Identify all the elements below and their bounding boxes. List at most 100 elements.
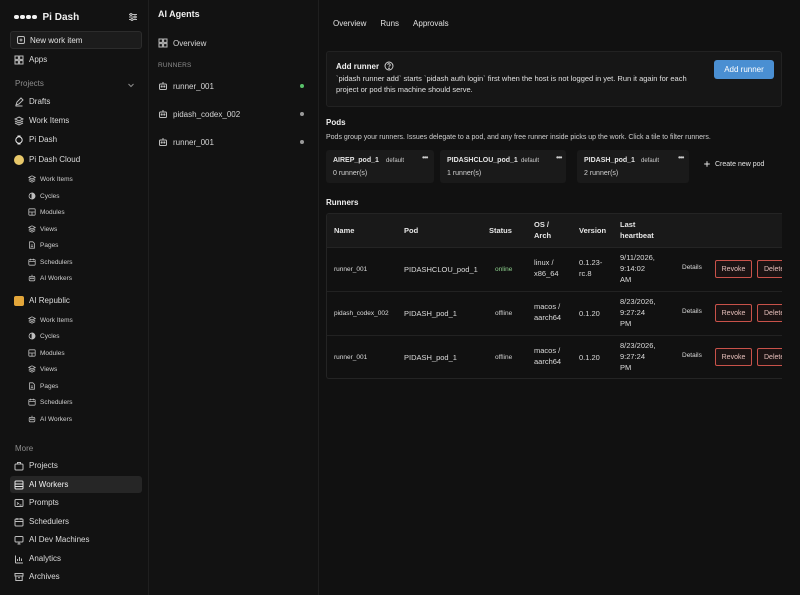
robot-icon [158,137,168,147]
project-2-schedulers[interactable]: Schedulers [28,395,140,409]
nav-projects[interactable]: Projects [10,457,142,474]
pod-tile[interactable]: PIDASH_pod_1 default ••• 2 runner(s) [577,150,689,183]
pod-name: PIDASHCLOU_pod_1 [447,157,518,164]
tab-overview[interactable]: Overview [333,19,366,28]
pod-default-badge: default [641,158,660,164]
delete-button[interactable]: Delete [757,260,782,278]
heartbeat-date: 9/11/2026, [620,253,655,262]
nav-schedulers[interactable]: Schedulers [10,513,142,530]
status-badge: offline [495,354,513,361]
pointing-hand-emoji-icon [14,295,24,306]
more-options-icon[interactable]: ••• [556,153,562,162]
create-new-pod-button[interactable]: Create new pod [703,160,764,168]
project-1-ai-workers[interactable]: AI Workers [28,271,140,285]
layers-icon [14,115,24,126]
nav-label: Projects [29,461,58,470]
pod-runner-count: 0 runner(s) [333,170,368,177]
project-2-views[interactable]: Views [28,362,140,376]
project-1-schedulers[interactable]: Schedulers [28,255,140,269]
runners-heading: RUNNERS [158,62,192,69]
runner-name: pidash_codex_002 [334,310,389,317]
nav-work-items[interactable]: Work Items [10,112,142,129]
more-options-icon[interactable]: ••• [422,153,428,162]
details-button[interactable]: Details [682,264,702,271]
more-options-icon[interactable]: ••• [678,153,684,162]
runner-list-item[interactable]: pidash_codex_002 [158,108,308,120]
add-runner-description: `pidash runner add` starts `pidash auth … [336,74,687,94]
projects-section-label: Projects [15,79,44,88]
sub-label: Pages [40,241,59,249]
add-runner-button[interactable]: Add runner [714,60,774,79]
runner-os: linux / [534,258,554,267]
watch-icon [14,135,24,145]
chevron-down-icon[interactable] [126,80,136,90]
pod-name: AIREP_pod_1 [333,157,379,164]
cycle-icon [28,192,36,200]
offline-status-dot [300,112,304,116]
sub-label: Schedulers [40,258,73,266]
project-1-pages[interactable]: Pages [28,238,140,252]
nav-ai-dev-machines[interactable]: AI Dev Machines [10,531,142,548]
details-button[interactable]: Details [682,308,702,315]
sliders-icon[interactable] [128,12,138,22]
runner-version: 0.1.20 [579,309,600,318]
new-work-item-button[interactable]: New work item [10,31,142,49]
nav-drafts[interactable]: Drafts [10,93,142,110]
nav-archives[interactable]: Archives [10,568,142,585]
online-status-dot [300,84,304,88]
sub-label: Work Items [40,175,73,183]
table-header: Name Pod Status OS / Arch Version Last h… [327,214,782,248]
tab-approvals[interactable]: Approvals [413,19,449,28]
delete-button[interactable]: Delete [757,304,782,322]
create-new-pod-label: Create new pod [715,160,765,168]
runner-arch: x86_64 [534,269,559,278]
workspace-header[interactable]: Pi Dash [14,10,138,24]
revoke-button[interactable]: Revoke [715,348,752,366]
project-2-modules[interactable]: Modules [28,346,140,360]
project-1-work-items[interactable]: Work Items [28,172,140,186]
runner-name: runner_001 [334,266,368,273]
nav-pi-dash[interactable]: Pi Dash [10,131,142,148]
runner-arch: aarch64 [534,357,562,366]
project-ai-republic[interactable]: AI Republic [10,292,142,309]
pencil-icon [14,96,24,107]
calendar-icon [28,258,36,266]
runner-list-item[interactable]: runner_001 [158,136,308,148]
revoke-button[interactable]: Revoke [715,260,752,278]
page-icon [28,241,36,249]
project-2-ai-workers[interactable]: AI Workers [28,412,140,426]
details-button[interactable]: Details [682,352,702,359]
overview-link[interactable]: Overview [158,38,206,48]
project-2-work-items[interactable]: Work Items [28,313,140,327]
nav-analytics[interactable]: Analytics [10,550,142,567]
project-pi-dash-cloud[interactable]: Pi Dash Cloud [10,151,142,168]
nav-label: AI Workers [29,480,69,489]
nav-prompts[interactable]: Prompts [10,494,142,511]
pod-default-badge: default [386,158,405,164]
pod-tile[interactable]: AIREP_pod_1 default ••• 0 runner(s) [326,150,434,183]
project-2-cycles[interactable]: Cycles [28,329,140,343]
new-work-item-label: New work item [30,35,83,45]
project-2-pages[interactable]: Pages [28,379,140,393]
col-os: OS / [534,220,550,229]
heartbeat-time: 9:27:24 [620,308,646,317]
pod-tile[interactable]: PIDASHCLOU_pod_1 default ••• 1 runner(s) [440,150,566,183]
runner-list-item[interactable]: runner_001 [158,80,308,92]
heartbeat-date: 8/23/2026, [620,341,656,350]
revoke-button[interactable]: Revoke [715,304,752,322]
add-runner-heading: Add runner [336,61,394,71]
nav-label: Archives [29,572,60,581]
sub-label: Cycles [40,332,60,340]
grid-icon [158,38,168,48]
nav-apps[interactable]: Apps [10,51,142,68]
sub-label: Modules [40,349,65,357]
col-heartbeat: heartbeat [620,231,654,240]
nav-ai-workers[interactable]: AI Workers [10,476,142,493]
project-1-cycles[interactable]: Cycles [28,189,140,203]
help-circle-icon[interactable] [384,61,394,71]
project-1-views[interactable]: Views [28,222,140,236]
project-1-modules[interactable]: Modules [28,205,140,219]
workspace-name: Pi Dash [42,11,80,23]
delete-button[interactable]: Delete [757,348,782,366]
tab-runs[interactable]: Runs [380,19,399,28]
